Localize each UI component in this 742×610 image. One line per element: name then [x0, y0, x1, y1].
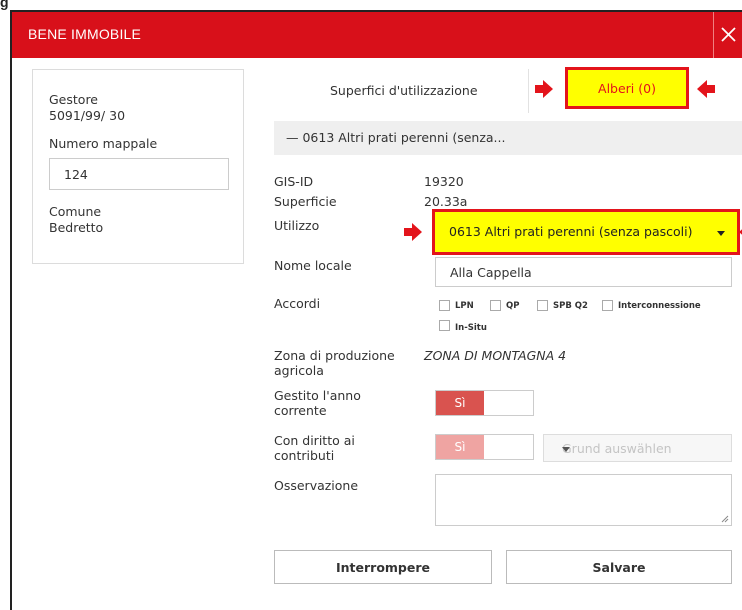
gestore-value: 5091/99/ 30: [49, 108, 126, 123]
tab-superfici[interactable]: Superfici d'utilizzazione: [274, 69, 529, 113]
tab-alberi-label: Alberi (0): [598, 80, 656, 96]
checkbox-spb-q2[interactable]: [537, 300, 548, 311]
superficie-value: 20.33a: [424, 194, 468, 209]
collapse-section-header[interactable]: — 0613 Altri prati perenni (senza...: [274, 121, 742, 155]
close-button[interactable]: [713, 12, 742, 58]
utilizzo-label: Utilizzo: [274, 218, 320, 233]
chevron-down-icon: [562, 447, 570, 452]
gestito-toggle-on: Sì: [436, 391, 484, 415]
dialog-title: BENE IMMOBILE: [28, 26, 142, 42]
gis-id-value: 19320: [424, 174, 464, 189]
gis-id-label: GIS-ID: [274, 174, 314, 189]
bene-immobile-dialog: BENE IMMOBILE Gestore 5091/99/ 30 Numero…: [10, 10, 742, 610]
utilizzo-select[interactable]: 0613 Altri prati perenni (senza pascoli): [432, 209, 740, 255]
gestore-label: Gestore: [49, 92, 98, 107]
interrompere-button[interactable]: Interrompere: [274, 550, 492, 584]
comune-label: Comune: [49, 204, 102, 219]
close-icon: [721, 27, 736, 42]
checkbox-lpn[interactable]: [439, 300, 450, 311]
salvare-button[interactable]: Salvare: [506, 550, 732, 584]
nome-locale-input[interactable]: Alla Cappella: [435, 257, 732, 287]
resize-grip-icon[interactable]: [721, 515, 729, 523]
diritto-label-line2: contributi: [274, 448, 335, 463]
tab-alberi[interactable]: Alberi (0): [565, 67, 689, 109]
tab-superfici-label: Superfici d'utilizzazione: [330, 83, 478, 98]
grund-select-placeholder: Grund auswählen: [562, 441, 672, 456]
section-header-label: — 0613 Altri prati perenni (senza...: [286, 130, 506, 145]
checkbox-interconnessione-label: Interconnessione: [618, 301, 701, 311]
nome-locale-label: Nome locale: [274, 258, 352, 273]
chevron-down-icon: [717, 231, 725, 236]
utilizzo-select-value: 0613 Altri prati perenni (senza pascoli): [449, 224, 693, 239]
arrow-right-icon: [535, 80, 553, 98]
checkbox-in-situ[interactable]: [439, 320, 450, 331]
zona-label-line2: agricola: [274, 363, 324, 378]
diritto-label-line1: Con diritto ai: [274, 433, 355, 448]
page-heading-fragment: g: [0, 0, 9, 10]
arrow-left-icon: [697, 80, 715, 98]
gestito-label-line2: corrente: [274, 403, 327, 418]
osservazione-textarea[interactable]: [435, 474, 732, 526]
gestito-toggle[interactable]: Sì: [435, 390, 534, 416]
checkbox-interconnessione[interactable]: [602, 300, 613, 311]
checkbox-in-situ-label: In-Situ: [455, 323, 487, 333]
numero-mappale-input[interactable]: 124: [49, 158, 229, 190]
checkbox-qp[interactable]: [490, 300, 501, 311]
accordi-label: Accordi: [274, 296, 321, 311]
gestito-label-line1: Gestito l'anno: [274, 388, 361, 403]
dialog-titlebar: BENE IMMOBILE: [12, 12, 742, 58]
checkbox-qp-label: QP: [506, 301, 520, 311]
diritto-toggle-on: Sì: [436, 435, 484, 459]
numero-mappale-label: Numero mappale: [49, 136, 158, 151]
zona-label-line1: Zona di produzione: [274, 348, 395, 363]
arrow-right-icon: [404, 223, 422, 241]
comune-value: Bedretto: [49, 220, 104, 235]
grund-select[interactable]: Grund auswählen: [543, 434, 732, 462]
checkbox-lpn-label: LPN: [455, 301, 474, 311]
zona-value: ZONA DI MONTAGNA 4: [424, 348, 567, 363]
checkbox-spb-q2-label: SPB Q2: [553, 301, 588, 311]
property-summary-panel: Gestore 5091/99/ 30 Numero mappale 124 C…: [32, 69, 244, 264]
superficie-label: Superficie: [274, 194, 337, 209]
osservazione-label: Osservazione: [274, 478, 359, 493]
diritto-toggle[interactable]: Sì: [435, 434, 534, 460]
